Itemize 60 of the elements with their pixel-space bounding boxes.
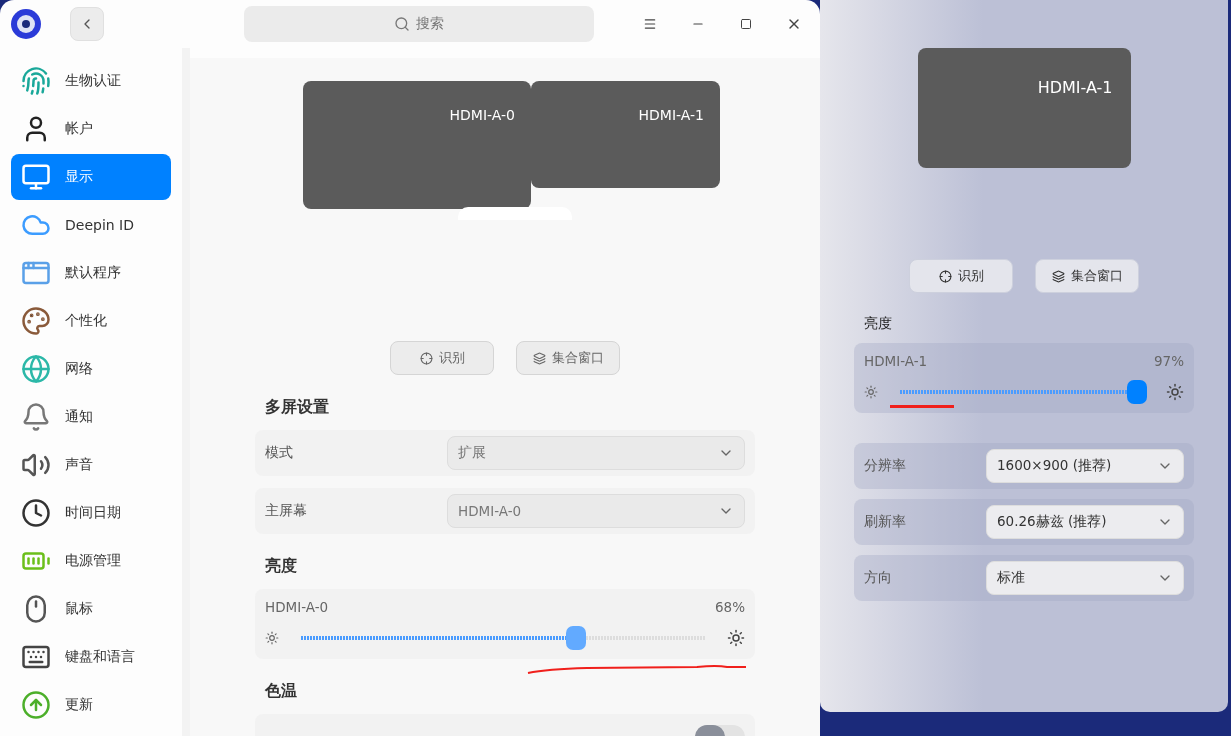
setting-label: 分辨率: [864, 457, 907, 475]
setting-label: 主屏幕: [265, 502, 308, 520]
identify-button[interactable]: 识别: [390, 341, 494, 375]
layers-icon: [532, 351, 546, 365]
target-icon: [938, 269, 952, 283]
identify-button[interactable]: 识别: [909, 259, 1013, 293]
dim-sun-icon: [864, 385, 878, 399]
monitor-name: HDMI-A-0: [265, 599, 329, 615]
monitor-screen[interactable]: HDMI-A-0: [303, 81, 531, 209]
monitor-screen[interactable]: HDMI-A-1: [531, 81, 720, 188]
globe-icon: [21, 354, 51, 384]
sidebar-item[interactable]: 网络: [11, 346, 171, 392]
gather-windows-button[interactable]: 集合窗口: [516, 341, 620, 375]
sidebar-item[interactable]: 更新: [11, 682, 171, 728]
slider-thumb[interactable]: [565, 626, 586, 650]
dim-sun-icon: [265, 631, 279, 645]
bright-sun-icon: [1166, 383, 1184, 401]
layers-icon: [1051, 269, 1065, 283]
sidebar-item[interactable]: 默认程序: [11, 250, 171, 296]
annotation-underline: [890, 405, 954, 409]
back-button[interactable]: [70, 7, 104, 41]
clock-icon: [21, 498, 51, 528]
menu-icon: [643, 17, 657, 31]
brightness-reading: 97%: [1154, 353, 1184, 369]
section-heading: 亮度: [863, 315, 893, 333]
monitor-icon: [21, 162, 51, 192]
dropdown[interactable]: 60.26赫兹 (推荐): [986, 505, 1184, 539]
bell-icon: [21, 402, 51, 432]
fingerprint-icon: [21, 66, 51, 96]
palette-icon: [21, 306, 51, 336]
maximize-icon: [740, 18, 752, 30]
target-icon: [419, 351, 433, 365]
search-field[interactable]: 搜索: [244, 6, 594, 42]
sidebar-item[interactable]: 电源管理: [11, 538, 171, 584]
brightness-reading: 68%: [715, 599, 745, 615]
sidebar-item[interactable]: 通知: [11, 394, 171, 440]
gather-windows-button[interactable]: 集合窗口: [1035, 259, 1139, 293]
setting-label: 模式: [265, 444, 294, 462]
section-heading: 多屏设置: [264, 397, 330, 418]
sidebar-item[interactable]: 鼠标: [11, 586, 171, 632]
setting-label: 方向: [864, 569, 893, 587]
bright-sun-icon: [727, 629, 745, 647]
dropdown[interactable]: 1600×900 (推荐): [986, 449, 1184, 483]
search-icon: [394, 16, 410, 32]
section-heading: 亮度: [264, 556, 298, 577]
section-heading: 色温: [264, 681, 298, 702]
arrow-up-icon: [21, 690, 51, 720]
sidebar-item[interactable]: Deepin ID: [11, 202, 171, 248]
sidebar-item[interactable]: 键盘和语言: [11, 634, 171, 680]
dropdown[interactable]: 标准: [986, 561, 1184, 595]
sidebar-item[interactable]: 个性化: [11, 298, 171, 344]
sidebar-item[interactable]: 时间日期: [11, 490, 171, 536]
sidebar-item[interactable]: 显示: [11, 154, 171, 200]
setting-label: 刷新率: [864, 513, 907, 531]
monitor-name: HDMI-A-1: [864, 353, 928, 369]
sidebar-item[interactable]: 声音: [11, 442, 171, 488]
slider-thumb[interactable]: [1126, 380, 1147, 404]
sidebar-item[interactable]: 帐户: [11, 106, 171, 152]
monitor-screen[interactable]: HDMI-A-1: [917, 48, 1131, 168]
sidebar-item[interactable]: 生物认证: [11, 58, 171, 104]
